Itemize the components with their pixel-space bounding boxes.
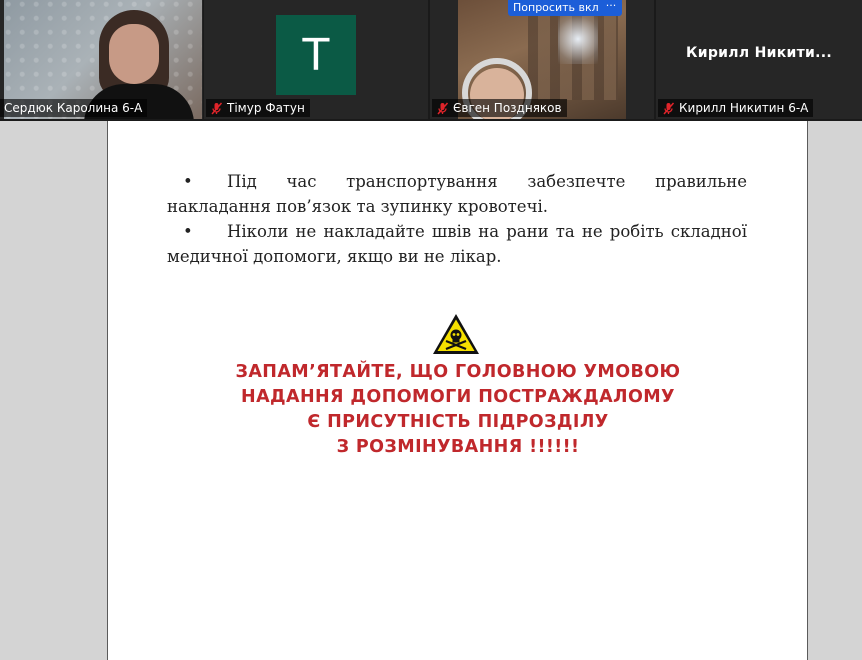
participant-tile[interactable]: Попросить вкл ··· Євген Поздняков [430, 0, 654, 119]
bullet-text: Під час транспортування забезпечте прави… [167, 172, 747, 216]
participant-name-tag: Тімур Фатун [206, 99, 310, 117]
bullet-marker: • [183, 222, 193, 241]
participant-name: Сердюк Каролина 6-А [4, 101, 143, 115]
bullet-marker: • [183, 172, 193, 191]
mic-muted-icon [436, 102, 449, 115]
bullet-list: • Під час транспортування забезпечте пра… [167, 169, 747, 269]
avatar: Т [276, 15, 356, 95]
participant-name-tag: Євген Поздняков [432, 99, 567, 117]
participant-name: Тімур Фатун [227, 101, 305, 115]
shared-screen: • Під час транспортування забезпечте пра… [0, 121, 862, 660]
participant-display-name: Кирилл Никити... [686, 45, 832, 61]
list-item: • Ніколи не накладайте швів на рани та н… [167, 219, 747, 269]
bullet-text: Ніколи не накладайте швів на рани та не … [167, 222, 747, 266]
notice-line: З РОЗМІНУВАННЯ !!!!!! [336, 437, 580, 457]
participant-tile[interactable]: Кирилл Никити... Кирилл Никитин 6-А [656, 0, 862, 119]
participant-name: Кирилл Никитин 6-А [679, 101, 809, 115]
notice-line: Є ПРИСУТНІСТЬ ПІДРОЗДІЛУ [307, 412, 609, 432]
more-options-button[interactable]: ··· [600, 0, 622, 16]
toxic-warning-icon [433, 314, 479, 354]
document-page: • Під час транспортування забезпечте пра… [107, 121, 808, 660]
participant-name-tag: Кирилл Никитин 6-А [658, 99, 814, 117]
notice-line: ЗАПАМ’ЯТАЙТЕ, ЩО ГОЛОВНОЮ УМОВОЮ [235, 362, 681, 382]
notice-line: НАДАННЯ ДОПОМОГИ ПОСТРАЖДАЛОМУ [241, 387, 675, 407]
participant-tile[interactable]: Сердюк Каролина 6-А [0, 0, 203, 119]
participant-strip: Сердюк Каролина 6-А Т Тімур Фатун Попрос… [0, 0, 862, 121]
ask-to-unmute-button[interactable]: Попросить вкл [508, 0, 604, 16]
mic-muted-icon [210, 102, 223, 115]
list-item: • Під час транспортування забезпечте пра… [167, 169, 747, 219]
warning-notice: ЗАПАМ’ЯТАЙТЕ, ЩО ГОЛОВНОЮ УМОВОЮ НАДАННЯ… [178, 360, 738, 460]
mic-muted-icon [662, 102, 675, 115]
participant-name: Євген Поздняков [453, 101, 562, 115]
participant-name-tag: Сердюк Каролина 6-А [0, 99, 148, 117]
participant-tile[interactable]: Т Тімур Фатун [204, 0, 428, 119]
